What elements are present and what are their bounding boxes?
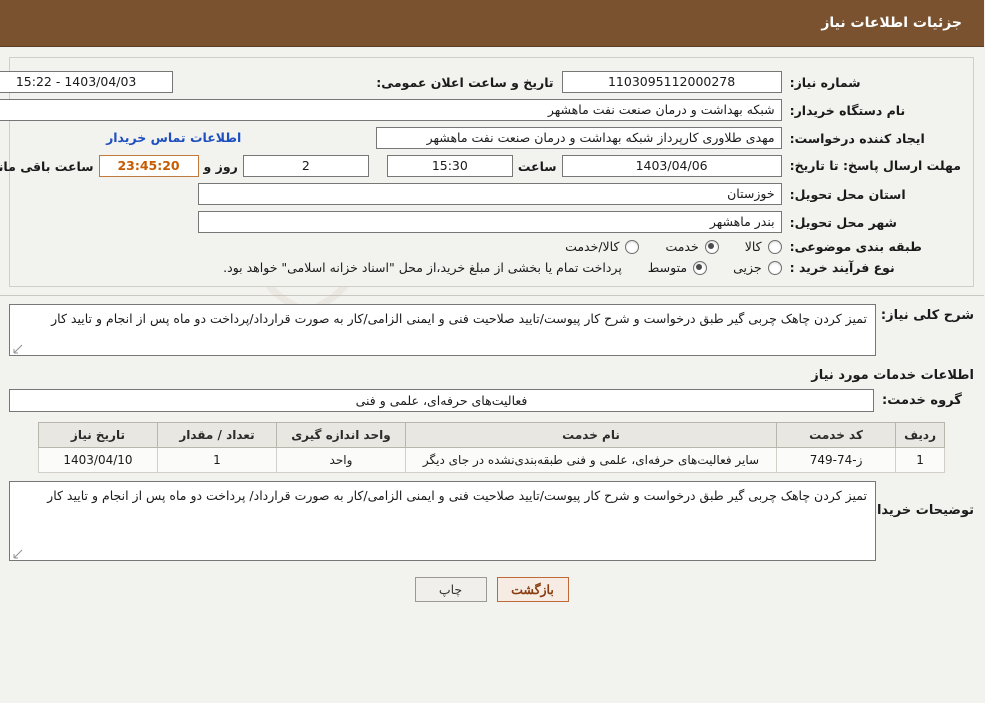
category-option-khedmat[interactable]: خدمت (666, 239, 720, 254)
radio-icon[interactable] (626, 239, 641, 254)
general-description-label: شرح کلی نیاز: (881, 308, 975, 323)
th-unit: واحد اندازه گیری (276, 422, 407, 448)
need-number-label: شماره نیاز: (790, 74, 862, 90)
purchase-option-motevaset[interactable]: متوسط (648, 260, 709, 275)
resize-handle-icon[interactable] (14, 549, 24, 559)
purchase-type-label: نوع فرآیند خرید : (790, 260, 896, 275)
purchase-option-label: جزیی (734, 260, 763, 275)
radio-icon[interactable] (705, 239, 720, 254)
services-section-title: اطلاعات خدمات مورد نیاز (812, 368, 975, 383)
need-info-form: شماره نیاز: 1103095112000278 تاریخ و ساع… (0, 68, 966, 278)
th-qty: تعداد / مقدار (157, 422, 278, 448)
category-option-label: خدمت (666, 239, 700, 254)
province-label: استان محل تحویل: (790, 186, 907, 202)
form-row-purchase-type: نوع فرآیند خرید : جزیی متوسط پرداخت تمام… (0, 257, 966, 278)
remaining-label: ساعت باقی مانده (0, 158, 95, 174)
services-table: ردیف کد خدمت نام خدمت واحد اندازه گیری ت… (38, 422, 947, 473)
form-row-city: شهر محل تحویل: بندر ماهشهر (0, 208, 966, 236)
category-option-label: کالا/خدمت (566, 239, 621, 254)
general-description-value: تمیز کردن چاهک چربی گیر طبق درخواست و شر… (10, 304, 877, 356)
back-button[interactable]: بازگشت (497, 577, 570, 602)
purchase-option-label: متوسط (648, 260, 689, 275)
form-row-need-number: شماره نیاز: 1103095112000278 تاریخ و ساع… (0, 68, 966, 96)
announce-date-label: تاریخ و ساعت اعلان عمومی: (377, 74, 555, 90)
form-row-requester: ایجاد کننده درخواست: مهدی طلاوری کارپردا… (0, 124, 966, 152)
purchase-note: پرداخت تمام یا بخشی از مبلغ خرید،از محل … (224, 260, 623, 275)
requester-value: مهدی طلاوری کارپرداز شبکه بهداشت و درمان… (377, 127, 783, 149)
need-number-value: 1103095112000278 (562, 71, 783, 93)
service-group-row: گروه خدمت: فعالیت‌های حرفه‌ای، علمی و فن… (10, 389, 975, 412)
requester-label: ایجاد کننده درخواست: (790, 130, 926, 146)
radio-icon[interactable] (768, 239, 783, 254)
table-header-row: ردیف کد خدمت نام خدمت واحد اندازه گیری ت… (38, 422, 947, 448)
action-buttons: بازگشت چاپ (10, 577, 975, 602)
section-divider (0, 295, 985, 296)
form-row-buyer-org: نام دستگاه خریدار: شبکه بهداشت و درمان ص… (0, 96, 966, 124)
buyer-org-label: نام دستگاه خریدار: (790, 102, 907, 118)
cell-code: ز-74-749 (777, 447, 898, 473)
city-label: شهر محل تحویل: (790, 214, 898, 230)
time-label: ساعت (518, 158, 558, 174)
category-option-kala-khedmat[interactable]: کالا/خدمت (566, 239, 641, 254)
cell-qty: 1 (157, 447, 278, 473)
cell-row: 1 (896, 447, 947, 473)
general-description-text: تمیز کردن چاهک چربی گیر طبق درخواست و شر… (52, 311, 868, 326)
th-name: نام خدمت (405, 422, 779, 448)
buyer-org-value: شبکه بهداشت و درمان صنعت نفت ماهشهر (0, 99, 783, 121)
table-row: 1 ز-74-749 سایر فعالیت‌های حرفه‌ای، علمی… (38, 447, 947, 473)
details-section: شرح کلی نیاز: تمیز کردن چاهک چربی گیر طب… (10, 304, 975, 602)
deadline-time-value: 15:30 (387, 155, 514, 177)
th-date: تاریخ نیاز (38, 422, 159, 448)
print-button[interactable]: چاپ (415, 577, 488, 602)
cell-unit: واحد (276, 447, 407, 473)
purchase-option-jozi[interactable]: جزیی (734, 260, 783, 275)
page-header: جزئیات اطلاعات نیاز (0, 0, 985, 47)
general-description-row: شرح کلی نیاز: تمیز کردن چاهک چربی گیر طب… (10, 304, 975, 356)
days-label: روز و (204, 158, 239, 174)
service-group-label: گروه خدمت: (883, 393, 963, 408)
service-group-value: فعالیت‌های حرفه‌ای، علمی و فنی (10, 389, 875, 412)
form-row-category: طبقه بندی موضوعی: کالا خدمت کالا/خدمت (0, 236, 966, 257)
category-label: طبقه بندی موضوعی: (790, 239, 923, 254)
category-option-label: کالا (745, 239, 763, 254)
th-row: ردیف (896, 422, 947, 448)
category-option-kala[interactable]: کالا (746, 239, 783, 254)
announce-date-value: 1403/04/03 - 15:22 (0, 71, 175, 93)
resize-handle-icon[interactable] (14, 344, 24, 354)
form-row-deadline: مهلت ارسال پاسخ: تا تاریخ: 1403/04/06 سا… (0, 152, 966, 180)
radio-icon[interactable] (694, 260, 709, 275)
buyer-notes-label: توضیحات خریدار: (865, 503, 975, 518)
buyer-contact-link[interactable]: اطلاعات تماس خریدار (107, 130, 242, 145)
buyer-notes-row: توضیحات خریدار: تمیز کردن چاهک چربی گیر … (10, 481, 975, 561)
province-value: خوزستان (198, 183, 783, 205)
page-title: جزئیات اطلاعات نیاز (822, 15, 963, 31)
cell-date: 1403/04/10 (38, 447, 159, 473)
purchase-type-radio-group: جزیی متوسط پرداخت تمام یا بخشی از مبلغ خ… (0, 260, 783, 275)
form-row-province: استان محل تحویل: خوزستان (0, 180, 966, 208)
deadline-date-value: 1403/04/06 (562, 155, 783, 177)
buyer-notes-value: تمیز کردن چاهک چربی گیر طبق درخواست و شر… (10, 481, 877, 561)
remaining-days-value: 2 (243, 155, 370, 177)
deadline-label: مهلت ارسال پاسخ: تا تاریخ: (790, 157, 962, 173)
th-code: کد خدمت (777, 422, 898, 448)
radio-icon[interactable] (768, 260, 783, 275)
cell-name: سایر فعالیت‌های حرفه‌ای، علمی و فنی طبقه… (405, 447, 779, 473)
need-info-panel: شماره نیاز: 1103095112000278 تاریخ و ساع… (0, 57, 975, 287)
countdown-value: 23:45:20 (99, 155, 200, 177)
buyer-notes-text: تمیز کردن چاهک چربی گیر طبق درخواست و شر… (48, 488, 868, 503)
city-value: بندر ماهشهر (198, 211, 783, 233)
category-radio-group: کالا خدمت کالا/خدمت (0, 239, 783, 254)
